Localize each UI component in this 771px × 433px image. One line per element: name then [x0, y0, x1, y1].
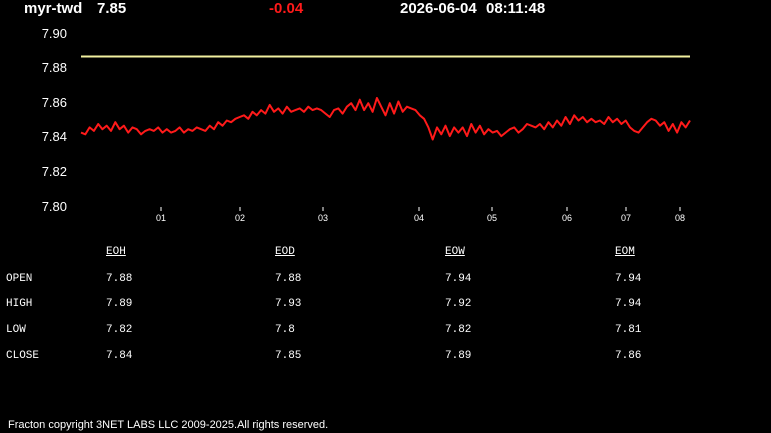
x-tick-label: 06 — [562, 213, 572, 223]
cell-low-eom: 7.81 — [615, 324, 642, 336]
copyright-footer: Fracton copyright 3NET LABS LLC 2009-202… — [8, 419, 329, 431]
x-tick-label: 01 — [156, 213, 166, 223]
column-header-eow: EOW — [445, 246, 465, 258]
price-chart: 01 02 03 04 05 06 07 08 — [80, 55, 691, 223]
cell-high-eod: 7.93 — [275, 298, 302, 310]
cell-open-eoh: 7.88 — [106, 273, 133, 285]
x-tick-label: 05 — [487, 213, 497, 223]
cell-high-eoh: 7.89 — [106, 298, 133, 310]
cell-open-eom: 7.94 — [615, 273, 642, 285]
x-tick-label: 04 — [414, 213, 424, 223]
cell-low-eod: 7.8 — [275, 324, 295, 336]
x-tick-label: 07 — [621, 213, 631, 223]
cell-low-eow: 7.82 — [445, 324, 472, 336]
x-tick-label: 08 — [675, 213, 685, 223]
cell-low-eoh: 7.82 — [106, 324, 133, 336]
column-header-eoh: EOH — [106, 246, 126, 258]
cell-close-eod: 7.85 — [275, 350, 302, 362]
cell-close-eow: 7.89 — [445, 350, 472, 362]
x-tick-label: 02 — [235, 213, 245, 223]
row-label-high: HIGH — [6, 298, 33, 310]
row-label-close: CLOSE — [6, 350, 40, 362]
cell-open-eod: 7.88 — [275, 273, 302, 285]
column-header-eod: EOD — [275, 246, 295, 258]
cell-close-eom: 7.86 — [615, 350, 642, 362]
cell-high-eom: 7.94 — [615, 298, 642, 310]
column-header-eom: EOM — [615, 246, 635, 258]
cell-high-eow: 7.92 — [445, 298, 472, 310]
price-series-line — [80, 97, 691, 141]
row-label-low: LOW — [6, 324, 26, 336]
cell-open-eow: 7.94 — [445, 273, 472, 285]
row-label-open: OPEN — [6, 273, 33, 285]
x-tick-label: 03 — [318, 213, 328, 223]
cell-close-eoh: 7.84 — [106, 350, 133, 362]
